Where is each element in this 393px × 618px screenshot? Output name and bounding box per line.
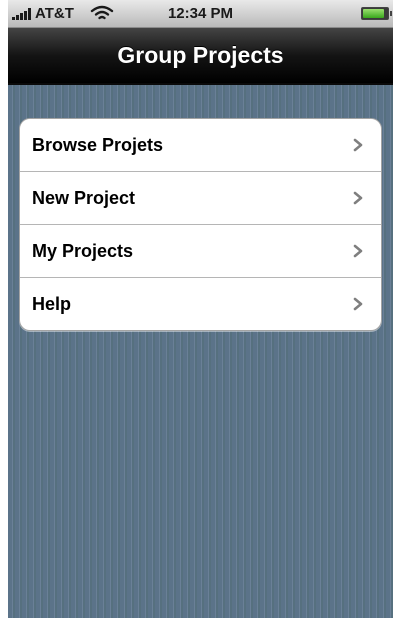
chevron-right-icon xyxy=(353,244,363,258)
menu-item-label: My Projects xyxy=(32,241,134,261)
chevron-right-icon xyxy=(353,191,363,205)
menu-item-my-projects[interactable]: My Projects xyxy=(20,225,381,278)
battery-level xyxy=(363,9,385,18)
menu-item-label: Help xyxy=(32,294,72,314)
main-menu: Browse Projets New Project My Projects H… xyxy=(19,118,382,331)
chevron-right-icon xyxy=(353,297,363,311)
clock-time: 12:34 PM xyxy=(167,5,234,22)
menu-item-new-project[interactable]: New Project xyxy=(20,172,381,225)
menu-item-label: New Project xyxy=(32,188,136,208)
status-bar: AT&T 12:34 PM xyxy=(8,0,393,28)
chevron-right-icon xyxy=(353,138,363,152)
menu-item-browse-projects[interactable]: Browse Projets xyxy=(20,119,381,172)
navigation-bar: Group Projects xyxy=(8,28,393,85)
phone-screen: AT&T 12:34 PM Group Projects Browse Proj… xyxy=(8,0,393,618)
battery-icon xyxy=(361,7,392,20)
menu-item-help[interactable]: Help xyxy=(20,278,381,330)
menu-item-label: Browse Projets xyxy=(32,135,164,155)
page-title: Group Projects xyxy=(117,42,284,68)
